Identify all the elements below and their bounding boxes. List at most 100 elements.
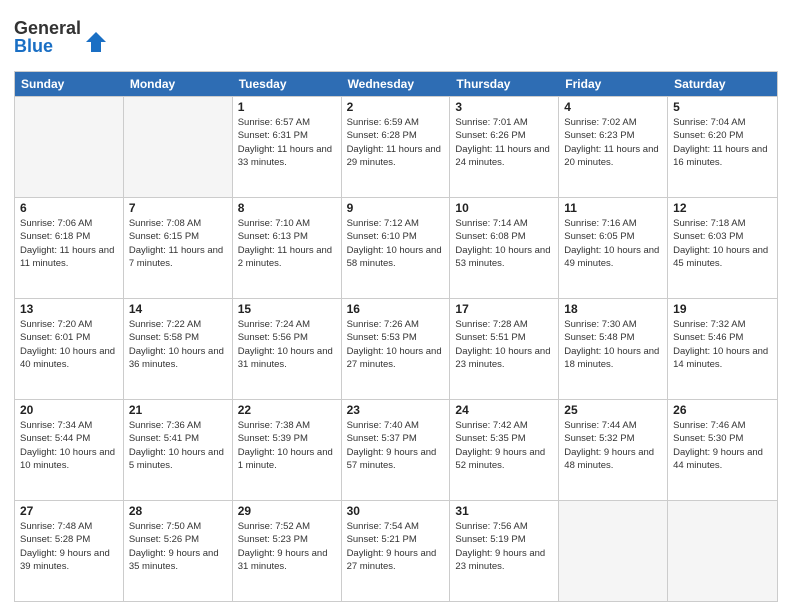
day-number: 14 <box>129 302 227 316</box>
cal-cell-12: 12Sunrise: 7:18 AMSunset: 6:03 PMDayligh… <box>668 198 777 298</box>
day-number: 27 <box>20 504 118 518</box>
daylight-text: Daylight: 10 hours and 23 minutes. <box>455 345 553 372</box>
cal-cell-5: 5Sunrise: 7:04 AMSunset: 6:20 PMDaylight… <box>668 97 777 197</box>
sunset-text: Sunset: 6:15 PM <box>129 230 227 243</box>
sunrise-text: Sunrise: 7:46 AM <box>673 419 772 432</box>
sunset-text: Sunset: 5:21 PM <box>347 533 445 546</box>
cal-cell-21: 21Sunrise: 7:36 AMSunset: 5:41 PMDayligh… <box>124 400 233 500</box>
cal-cell-2: 2 Sunrise: 6:59 AMSunset: 6:28 PMDaylight… <box>342 97 451 197</box>
header-day-saturday: Saturday <box>668 72 777 96</box>
sunrise-text: Sunrise: 6:59 AM <box>347 116 445 129</box>
cal-cell-7: 7 Sunrise: 7:08 AMSunset: 6:15 PMDaylight… <box>124 198 233 298</box>
sunrise-text: Sunrise: 7:48 AM <box>20 520 118 533</box>
sunset-text: Sunset: 6:05 PM <box>564 230 662 243</box>
day-number: 5 <box>673 100 772 114</box>
cal-cell-6: 6Sunrise: 7:06 AMSunset: 6:18 PMDaylight… <box>15 198 124 298</box>
cal-cell-empty <box>124 97 233 197</box>
day-number: 3 <box>455 100 553 114</box>
cal-cell-19: 19Sunrise: 7:32 AMSunset: 5:46 PMDayligh… <box>668 299 777 399</box>
day-number: 15 <box>238 302 336 316</box>
week-row-1: 1Sunrise: 6:57 AMSunset: 6:31 PMDaylight… <box>15 96 777 197</box>
calendar-container: General Blue SundayMondayTuesdayWednesda… <box>0 0 792 612</box>
day-number: 11 <box>564 201 662 215</box>
daylight-text: Daylight: 11 hours and 11 minutes. <box>20 244 118 271</box>
cal-cell-13: 13Sunrise: 7:20 AMSunset: 6:01 PMDayligh… <box>15 299 124 399</box>
daylight-text: Daylight: 11 hours and 29 minutes. <box>347 143 445 170</box>
daylight-text: Daylight: 11 hours and 16 minutes. <box>673 143 772 170</box>
sunrise-text: Sunrise: 7:56 AM <box>455 520 553 533</box>
week-row-2: 6Sunrise: 7:06 AMSunset: 6:18 PMDaylight… <box>15 197 777 298</box>
header-day-monday: Monday <box>124 72 233 96</box>
daylight-text: Daylight: 9 hours and 27 minutes. <box>347 547 445 574</box>
sunset-text: Sunset: 5:51 PM <box>455 331 553 344</box>
header-day-sunday: Sunday <box>15 72 124 96</box>
cal-cell-17: 17Sunrise: 7:28 AMSunset: 5:51 PMDayligh… <box>450 299 559 399</box>
day-number: 19 <box>673 302 772 316</box>
daylight-text: Daylight: 10 hours and 31 minutes. <box>238 345 336 372</box>
sunrise-text: Sunrise: 7:16 AM <box>564 217 662 230</box>
cal-cell-23: 23Sunrise: 7:40 AMSunset: 5:37 PMDayligh… <box>342 400 451 500</box>
sunset-text: Sunset: 6:01 PM <box>20 331 118 344</box>
sunrise-text: Sunrise: 7:08 AM <box>129 217 227 230</box>
daylight-text: Daylight: 11 hours and 7 minutes. <box>129 244 227 271</box>
day-number: 21 <box>129 403 227 417</box>
cal-cell-empty <box>559 501 668 601</box>
cal-cell-16: 16Sunrise: 7:26 AMSunset: 5:53 PMDayligh… <box>342 299 451 399</box>
sunset-text: Sunset: 5:56 PM <box>238 331 336 344</box>
header-day-wednesday: Wednesday <box>342 72 451 96</box>
day-number: 22 <box>238 403 336 417</box>
sunset-text: Sunset: 6:13 PM <box>238 230 336 243</box>
day-number: 29 <box>238 504 336 518</box>
sunrise-text: Sunrise: 7:10 AM <box>238 217 336 230</box>
cal-cell-14: 14Sunrise: 7:22 AMSunset: 5:58 PMDayligh… <box>124 299 233 399</box>
day-number: 10 <box>455 201 553 215</box>
day-number: 17 <box>455 302 553 316</box>
daylight-text: Daylight: 9 hours and 23 minutes. <box>455 547 553 574</box>
sunrise-text: Sunrise: 7:50 AM <box>129 520 227 533</box>
day-number: 4 <box>564 100 662 114</box>
daylight-text: Daylight: 9 hours and 48 minutes. <box>564 446 662 473</box>
sunrise-text: Sunrise: 7:01 AM <box>455 116 553 129</box>
sunset-text: Sunset: 6:28 PM <box>347 129 445 142</box>
day-number: 2 <box>347 100 445 114</box>
daylight-text: Daylight: 10 hours and 53 minutes. <box>455 244 553 271</box>
sunset-text: Sunset: 5:44 PM <box>20 432 118 445</box>
header-day-friday: Friday <box>559 72 668 96</box>
sunset-text: Sunset: 5:30 PM <box>673 432 772 445</box>
week-row-4: 20Sunrise: 7:34 AMSunset: 5:44 PMDayligh… <box>15 399 777 500</box>
daylight-text: Daylight: 10 hours and 14 minutes. <box>673 345 772 372</box>
day-number: 30 <box>347 504 445 518</box>
calendar-header: SundayMondayTuesdayWednesdayThursdayFrid… <box>15 72 777 96</box>
logo: General Blue <box>14 14 124 63</box>
sunrise-text: Sunrise: 7:02 AM <box>564 116 662 129</box>
cal-cell-18: 18Sunrise: 7:30 AMSunset: 5:48 PMDayligh… <box>559 299 668 399</box>
svg-text:General: General <box>14 18 81 38</box>
daylight-text: Daylight: 10 hours and 36 minutes. <box>129 345 227 372</box>
sunset-text: Sunset: 5:35 PM <box>455 432 553 445</box>
cal-cell-22: 22 Sunrise: 7:38 AMSunset: 5:39 PMDayligh… <box>233 400 342 500</box>
cal-cell-30: 30Sunrise: 7:54 AMSunset: 5:21 PMDayligh… <box>342 501 451 601</box>
sunrise-text: Sunrise: 7:38 AM <box>238 419 336 432</box>
day-number: 25 <box>564 403 662 417</box>
cal-cell-9: 9Sunrise: 7:12 AMSunset: 6:10 PMDaylight… <box>342 198 451 298</box>
daylight-text: Daylight: 11 hours and 33 minutes. <box>238 143 336 170</box>
sunrise-text: Sunrise: 7:30 AM <box>564 318 662 331</box>
day-number: 16 <box>347 302 445 316</box>
sunset-text: Sunset: 5:48 PM <box>564 331 662 344</box>
daylight-text: Daylight: 10 hours and 58 minutes. <box>347 244 445 271</box>
day-number: 7 <box>129 201 227 215</box>
daylight-text: Daylight: 10 hours and 1 minute. <box>238 446 336 473</box>
sunrise-text: Sunrise: 6:57 AM <box>238 116 336 129</box>
daylight-text: Daylight: 10 hours and 49 minutes. <box>564 244 662 271</box>
sunset-text: Sunset: 5:28 PM <box>20 533 118 546</box>
day-number: 8 <box>238 201 336 215</box>
daylight-text: Daylight: 9 hours and 35 minutes. <box>129 547 227 574</box>
sunset-text: Sunset: 5:39 PM <box>238 432 336 445</box>
day-number: 20 <box>20 403 118 417</box>
sunset-text: Sunset: 5:46 PM <box>673 331 772 344</box>
cal-cell-31: 31Sunrise: 7:56 AMSunset: 5:19 PMDayligh… <box>450 501 559 601</box>
week-row-3: 13Sunrise: 7:20 AMSunset: 6:01 PMDayligh… <box>15 298 777 399</box>
sunset-text: Sunset: 6:20 PM <box>673 129 772 142</box>
day-number: 9 <box>347 201 445 215</box>
daylight-text: Daylight: 11 hours and 24 minutes. <box>455 143 553 170</box>
